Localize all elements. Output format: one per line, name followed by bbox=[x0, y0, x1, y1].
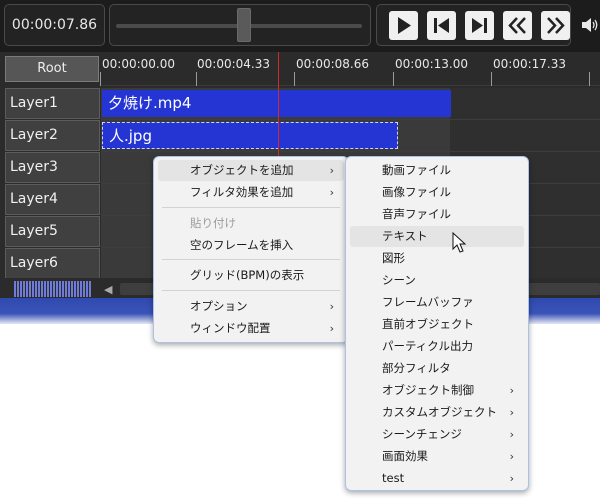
submenu-item-text[interactable]: テキスト bbox=[350, 226, 524, 247]
submenu-item-object-control[interactable]: オブジェクト制御 › bbox=[350, 380, 524, 401]
menu-item-add-object[interactable]: オブジェクトを追加 › bbox=[158, 160, 344, 181]
chevron-right-icon: › bbox=[509, 472, 514, 485]
ruler-label: 00:00:13.00 bbox=[395, 57, 468, 71]
time-ruler[interactable]: 00:00:00.00 00:00:04.33 00:00:08.66 00:0… bbox=[100, 52, 600, 86]
playback-controls bbox=[376, 4, 571, 46]
submenu-item-partial-filter[interactable]: 部分フィルタ bbox=[350, 358, 524, 379]
rewind-icon bbox=[508, 17, 526, 34]
level-meter bbox=[14, 281, 92, 297]
menu-item-options[interactable]: オプション › bbox=[158, 296, 344, 317]
volume-icon[interactable] bbox=[580, 16, 600, 34]
submenu-item-video-file[interactable]: 動画ファイル bbox=[350, 160, 524, 181]
menu-item-insert-empty-frame[interactable]: 空のフレームを挿入 bbox=[158, 235, 344, 256]
submenu-item-scene-change[interactable]: シーンチェンジ › bbox=[350, 424, 524, 445]
ruler-label: 00:00:00.00 bbox=[102, 57, 175, 71]
transport-bar: 00:00:07.86 bbox=[0, 0, 600, 52]
fast-forward-button[interactable] bbox=[541, 11, 570, 40]
play-icon bbox=[398, 17, 411, 34]
layer-lane[interactable]: 夕焼け.mp4 bbox=[101, 88, 600, 120]
play-button[interactable] bbox=[389, 11, 418, 40]
ruler-label: 00:00:04.33 bbox=[197, 57, 270, 71]
layer-label[interactable]: Layer6 bbox=[5, 248, 100, 279]
step-back-button[interactable] bbox=[427, 11, 456, 40]
submenu-item-shape[interactable]: 図形 bbox=[350, 248, 524, 269]
submenu-item-scene[interactable]: シーン bbox=[350, 270, 524, 291]
seek-thumb[interactable] bbox=[237, 8, 251, 42]
menu-item-paste: 貼り付け bbox=[190, 216, 236, 230]
scroll-left-icon[interactable]: ◀ bbox=[104, 283, 112, 296]
layer-label[interactable]: Layer3 bbox=[5, 152, 100, 183]
root-button[interactable]: Root bbox=[5, 56, 99, 82]
submenu-item-custom-object[interactable]: カスタムオブジェクト › bbox=[350, 402, 524, 423]
ruler-label: 00:00:08.66 bbox=[296, 57, 369, 71]
step-forward-icon bbox=[472, 18, 487, 33]
layer-label[interactable]: Layer2 bbox=[5, 120, 100, 151]
submenu-item-audio-file[interactable]: 音声ファイル bbox=[350, 204, 524, 225]
layer-lane[interactable]: 人.jpg bbox=[101, 120, 600, 152]
chevron-right-icon: › bbox=[509, 450, 514, 463]
context-menu: オブジェクトを追加 › フィルタ効果を追加 › 貼り付け 空のフレームを挿入 グリッ… bbox=[153, 156, 349, 343]
menu-item-show-grid[interactable]: グリッド(BPM)の表示 bbox=[158, 265, 344, 286]
menu-item-add-filter[interactable]: フィルタ効果を追加 › bbox=[158, 182, 344, 203]
submenu-item-test[interactable]: test › bbox=[350, 468, 524, 489]
chevron-right-icon: › bbox=[509, 428, 514, 441]
chevron-right-icon: › bbox=[509, 384, 514, 397]
submenu-item-image-file[interactable]: 画像ファイル bbox=[350, 182, 524, 203]
time-display: 00:00:07.86 bbox=[4, 4, 105, 46]
submenu-item-frame-buffer[interactable]: フレームバッファ bbox=[350, 292, 524, 313]
step-back-icon bbox=[434, 18, 449, 33]
rewind-button[interactable] bbox=[503, 11, 532, 40]
layer-label[interactable]: Layer4 bbox=[5, 184, 100, 215]
ruler-label: 00:00:17.33 bbox=[493, 57, 566, 71]
chevron-right-icon: › bbox=[329, 186, 334, 199]
chevron-right-icon: › bbox=[329, 300, 334, 313]
chevron-right-icon: › bbox=[329, 164, 334, 177]
layer-label[interactable]: Layer5 bbox=[5, 216, 100, 247]
clip-image[interactable]: 人.jpg bbox=[102, 122, 398, 149]
mouse-cursor-icon bbox=[452, 232, 467, 253]
clip-video[interactable]: 夕焼け.mp4 bbox=[102, 90, 451, 117]
submenu-item-previous-object[interactable]: 直前オブジェクト bbox=[350, 314, 524, 335]
layer-label[interactable]: Layer1 bbox=[5, 88, 100, 119]
add-object-submenu: 動画ファイル 画像ファイル 音声ファイル テキスト 図形 シーン フレームバッフ… bbox=[345, 156, 529, 491]
submenu-item-screen-effect[interactable]: 画面効果 › bbox=[350, 446, 524, 467]
menu-item-window-layout[interactable]: ウィンドウ配置 › bbox=[158, 318, 344, 339]
fast-forward-icon bbox=[547, 17, 565, 34]
chevron-right-icon: › bbox=[509, 406, 514, 419]
submenu-item-particle[interactable]: パーティクル出力 bbox=[350, 336, 524, 357]
chevron-right-icon: › bbox=[329, 322, 334, 335]
step-forward-button[interactable] bbox=[465, 11, 494, 40]
seek-bar[interactable] bbox=[109, 4, 371, 46]
